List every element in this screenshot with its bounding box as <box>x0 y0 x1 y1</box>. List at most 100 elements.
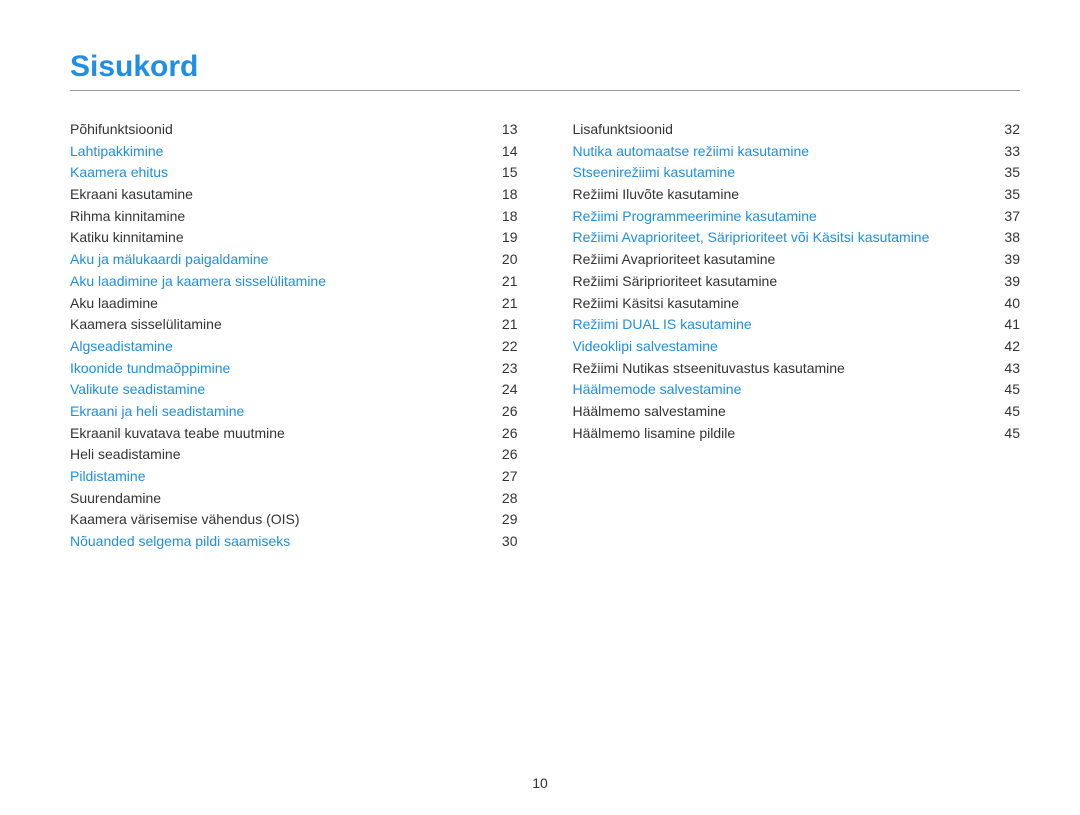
toc-label[interactable]: Aku laadimine ja kaamera sisselülitamine <box>70 271 326 293</box>
toc-page-number: 21 <box>502 271 518 293</box>
page-number: 10 <box>0 775 1080 791</box>
toc-row[interactable]: Pildistamine 27 <box>70 466 518 488</box>
toc-row[interactable]: Aku laadimine ja kaamera sisselülitamine… <box>70 271 518 293</box>
toc-page-number: 18 <box>502 206 518 228</box>
toc-label: Ekraani kasutamine <box>70 184 193 206</box>
toc-page-number: 41 <box>1004 314 1020 336</box>
toc-label: Aku laadimine <box>70 293 158 315</box>
toc-row: Põhifunktsioonid 13 <box>70 119 518 141</box>
toc-right-column: Lisafunktsioonid32Nutika automaatse reži… <box>573 119 1021 553</box>
toc-page-number: 26 <box>502 444 518 466</box>
toc-row[interactable]: Režiimi Avaprioriteet, Säriprioriteet võ… <box>573 227 1021 249</box>
toc-page-number: 21 <box>502 314 518 336</box>
toc-row[interactable]: Ikoonide tundmaõppimine 23 <box>70 358 518 380</box>
toc-page-number: 28 <box>502 488 518 510</box>
title-underline <box>70 90 1020 91</box>
toc-label[interactable]: Algseadistamine <box>70 336 173 358</box>
toc-label[interactable]: Nõuanded selgema pildi saamiseks <box>70 531 290 553</box>
toc-page-number: 29 <box>502 509 518 531</box>
toc-label: Häälmemo salvestamine <box>573 401 726 423</box>
toc-label: Lisafunktsioonid <box>573 119 673 141</box>
toc-row[interactable]: Aku ja mälukaardi paigaldamine 20 <box>70 249 518 271</box>
toc-row: Režiimi Säriprioriteet kasutamine39 <box>573 271 1021 293</box>
toc-label[interactable]: Valikute seadistamine <box>70 379 205 401</box>
toc-row: Ekraanil kuvatava teabe muutmine 26 <box>70 423 518 445</box>
toc-label[interactable]: Režiimi Avaprioriteet, Säriprioriteet võ… <box>573 227 930 249</box>
toc-label: Suurendamine <box>70 488 161 510</box>
toc-label[interactable]: Stseenirežiimi kasutamine <box>573 162 736 184</box>
toc-page-number: 35 <box>1004 184 1020 206</box>
toc-page-number: 32 <box>1004 119 1020 141</box>
toc-page-number: 45 <box>1004 379 1020 401</box>
toc-row[interactable]: Ekraani ja heli seadistamine 26 <box>70 401 518 423</box>
toc-row[interactable]: Režiimi Programmeerimine kasutamine37 <box>573 206 1021 228</box>
toc-label: Režiimi Käsitsi kasutamine <box>573 293 740 315</box>
toc-row[interactable]: Stseenirežiimi kasutamine 35 <box>573 162 1021 184</box>
toc-page-number: 38 <box>1004 227 1020 249</box>
toc-left-column: Põhifunktsioonid13Lahtipakkimine14Kaamer… <box>70 119 518 553</box>
toc-page-number: 26 <box>502 423 518 445</box>
toc-row[interactable]: Kaamera ehitus 15 <box>70 162 518 184</box>
toc-page-number: 21 <box>502 293 518 315</box>
toc-label: Režiimi Iluvõte kasutamine <box>573 184 740 206</box>
toc-row: Lisafunktsioonid 32 <box>573 119 1021 141</box>
toc-row: Häälmemo lisamine pildile 45 <box>573 423 1021 445</box>
toc-row[interactable]: Nutika automaatse režiimi kasutamine 33 <box>573 141 1021 163</box>
toc-label[interactable]: Kaamera ehitus <box>70 162 168 184</box>
toc-row[interactable]: Režiimi DUAL IS kasutamine 41 <box>573 314 1021 336</box>
toc-row: Heli seadistamine 26 <box>70 444 518 466</box>
toc-label[interactable]: Režiimi Programmeerimine kasutamine <box>573 206 817 228</box>
toc-row[interactable]: Lahtipakkimine14 <box>70 141 518 163</box>
toc-row: Režiimi Avaprioriteet kasutamine 39 <box>573 249 1021 271</box>
toc-label[interactable]: Videoklipi salvestamine <box>573 336 718 358</box>
toc-row[interactable]: Nõuanded selgema pildi saamiseks 30 <box>70 531 518 553</box>
toc-label[interactable]: Pildistamine <box>70 466 145 488</box>
toc-label[interactable]: Nutika automaatse režiimi kasutamine <box>573 141 810 163</box>
toc-label: Kaamera sisselülitamine <box>70 314 222 336</box>
toc-page-number: 33 <box>1004 141 1020 163</box>
toc-page-number: 15 <box>502 162 518 184</box>
toc-page-number: 20 <box>502 249 518 271</box>
toc-row[interactable]: Häälmemode salvestamine 45 <box>573 379 1021 401</box>
toc-row[interactable]: Videoklipi salvestamine42 <box>573 336 1021 358</box>
toc-page-number: 35 <box>1004 162 1020 184</box>
toc-label: Häälmemo lisamine pildile <box>573 423 736 445</box>
toc-page-number: 39 <box>1004 271 1020 293</box>
toc-label[interactable]: Aku ja mälukaardi paigaldamine <box>70 249 268 271</box>
toc-row: Režiimi Nutikas stseenituvastus kasutami… <box>573 358 1021 380</box>
toc-label[interactable]: Ikoonide tundmaõppimine <box>70 358 230 380</box>
toc-page-number: 13 <box>502 119 518 141</box>
toc-label: Režiimi Nutikas stseenituvastus kasutami… <box>573 358 845 380</box>
toc-row: Katiku kinnitamine 19 <box>70 227 518 249</box>
toc-label: Heli seadistamine <box>70 444 181 466</box>
toc-row: Ekraani kasutamine18 <box>70 184 518 206</box>
toc-label: Põhifunktsioonid <box>70 119 173 141</box>
toc-row[interactable]: Algseadistamine 22 <box>70 336 518 358</box>
toc-page-number: 19 <box>502 227 518 249</box>
toc-page-number: 43 <box>1004 358 1020 380</box>
toc-page-number: 40 <box>1004 293 1020 315</box>
toc-row: Režiimi Käsitsi kasutamine 40 <box>573 293 1021 315</box>
toc-label: Ekraanil kuvatava teabe muutmine <box>70 423 285 445</box>
toc-page-number: 39 <box>1004 249 1020 271</box>
toc-label: Rihma kinnitamine <box>70 206 185 228</box>
page-title: Sisukord <box>70 50 1020 84</box>
toc-label: Kaamera värisemise vähendus (OIS) <box>70 509 300 531</box>
toc-page-number: 45 <box>1004 401 1020 423</box>
toc-row[interactable]: Valikute seadistamine 24 <box>70 379 518 401</box>
toc-label[interactable]: Lahtipakkimine <box>70 141 163 163</box>
toc-label[interactable]: Ekraani ja heli seadistamine <box>70 401 244 423</box>
toc-page-number: 26 <box>502 401 518 423</box>
toc-page-number: 45 <box>1004 423 1020 445</box>
toc-page-number: 24 <box>502 379 518 401</box>
toc-page-number: 22 <box>502 336 518 358</box>
toc-label: Režiimi Avaprioriteet kasutamine <box>573 249 776 271</box>
toc-row: Kaamera sisselülitamine 21 <box>70 314 518 336</box>
toc-page-number: 23 <box>502 358 518 380</box>
toc-label[interactable]: Häälmemode salvestamine <box>573 379 742 401</box>
toc-label: Katiku kinnitamine <box>70 227 184 249</box>
toc-columns: Põhifunktsioonid13Lahtipakkimine14Kaamer… <box>70 119 1020 553</box>
toc-page-number: 27 <box>502 466 518 488</box>
toc-label[interactable]: Režiimi DUAL IS kasutamine <box>573 314 752 336</box>
toc-page-number: 30 <box>502 531 518 553</box>
